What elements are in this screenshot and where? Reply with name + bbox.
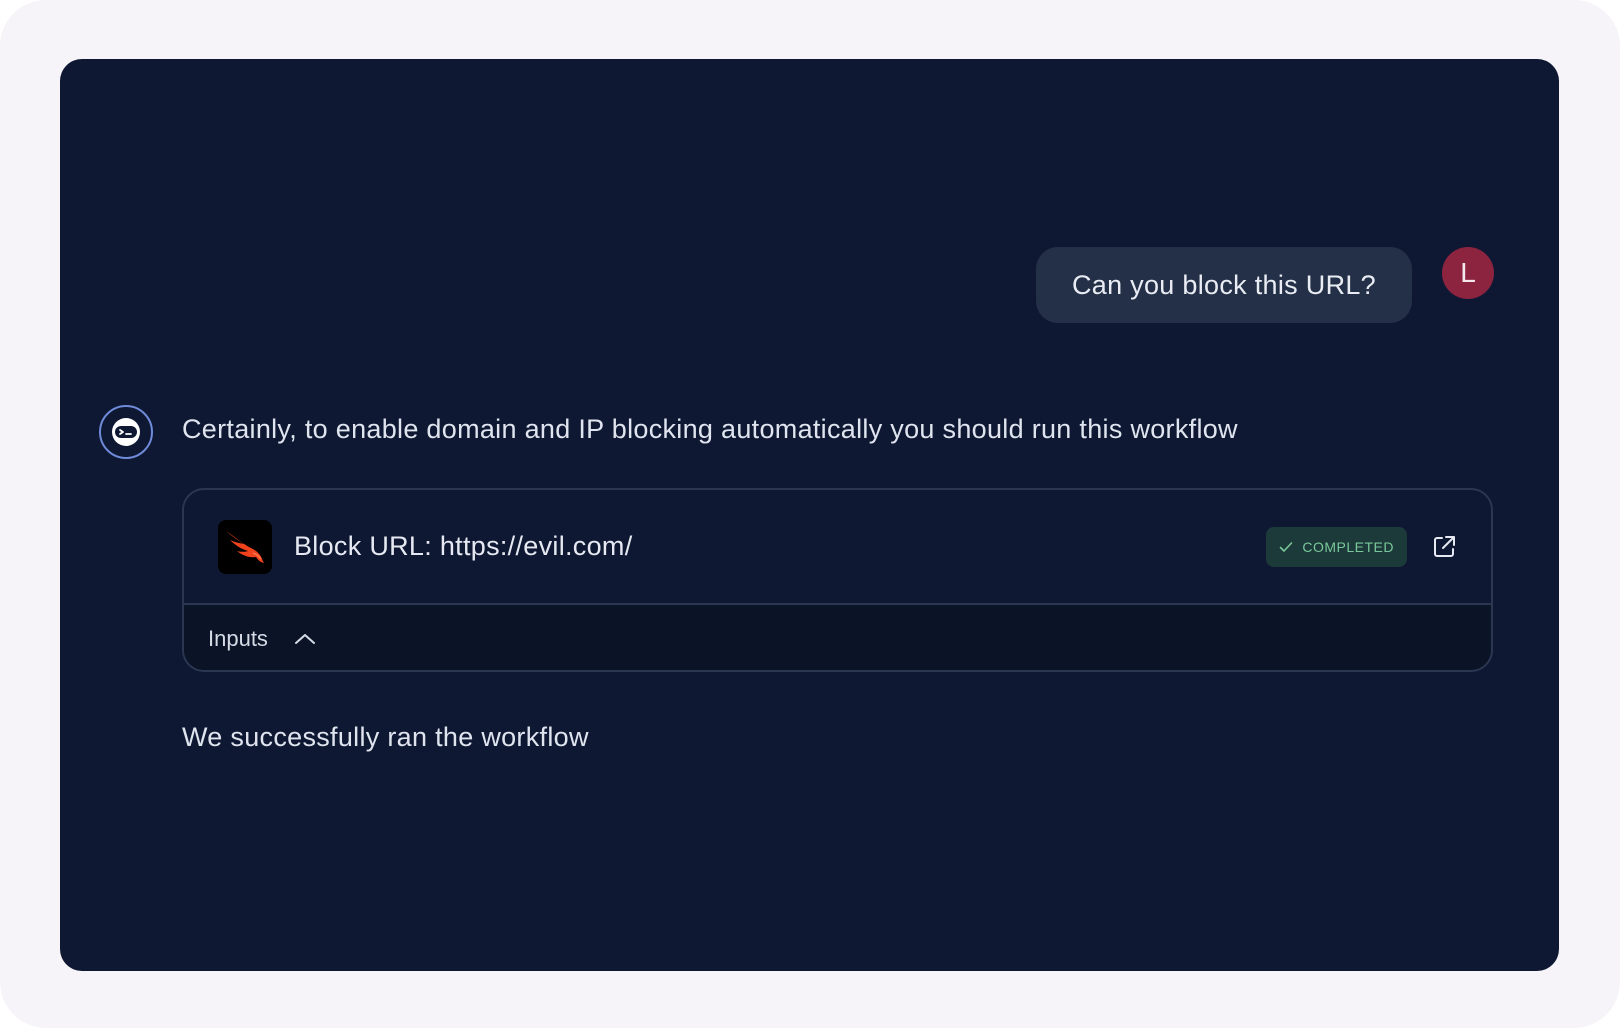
status-badge: COMPLETED	[1266, 526, 1407, 567]
user-message-text: Can you block this URL?	[1071, 269, 1376, 300]
inputs-toggle[interactable]: Inputs	[184, 605, 1491, 670]
workflow-title[interactable]: Block URL: https://evil.com/	[294, 531, 1266, 562]
user-message-bubble: Can you block this URL?	[1035, 247, 1412, 323]
assistant-avatar	[99, 405, 153, 459]
user-avatar[interactable]: L	[1442, 247, 1494, 299]
chevron-up-icon	[294, 632, 316, 646]
robot-icon	[112, 418, 140, 446]
user-avatar-initial: L	[1460, 257, 1476, 288]
workflow-card-header: Block URL: https://evil.com/ COMPLETED	[184, 490, 1491, 605]
check-icon	[1280, 541, 1293, 552]
chat-panel: Can you block this URL? L Certainly, to …	[60, 59, 1559, 971]
status-label: COMPLETED	[1302, 538, 1394, 555]
falcon-icon	[218, 519, 272, 574]
assistant-message: Certainly, to enable domain and IP block…	[182, 414, 1238, 444]
user-message-row: Can you block this URL? L	[1035, 247, 1494, 323]
inputs-label: Inputs	[208, 625, 268, 651]
external-link-icon[interactable]	[1431, 534, 1457, 560]
app-frame: Can you block this URL? L Certainly, to …	[0, 0, 1620, 1028]
assistant-followup: We successfully ran the workflow	[182, 722, 589, 752]
workflow-card: Block URL: https://evil.com/ COMPLETED I…	[182, 488, 1493, 672]
